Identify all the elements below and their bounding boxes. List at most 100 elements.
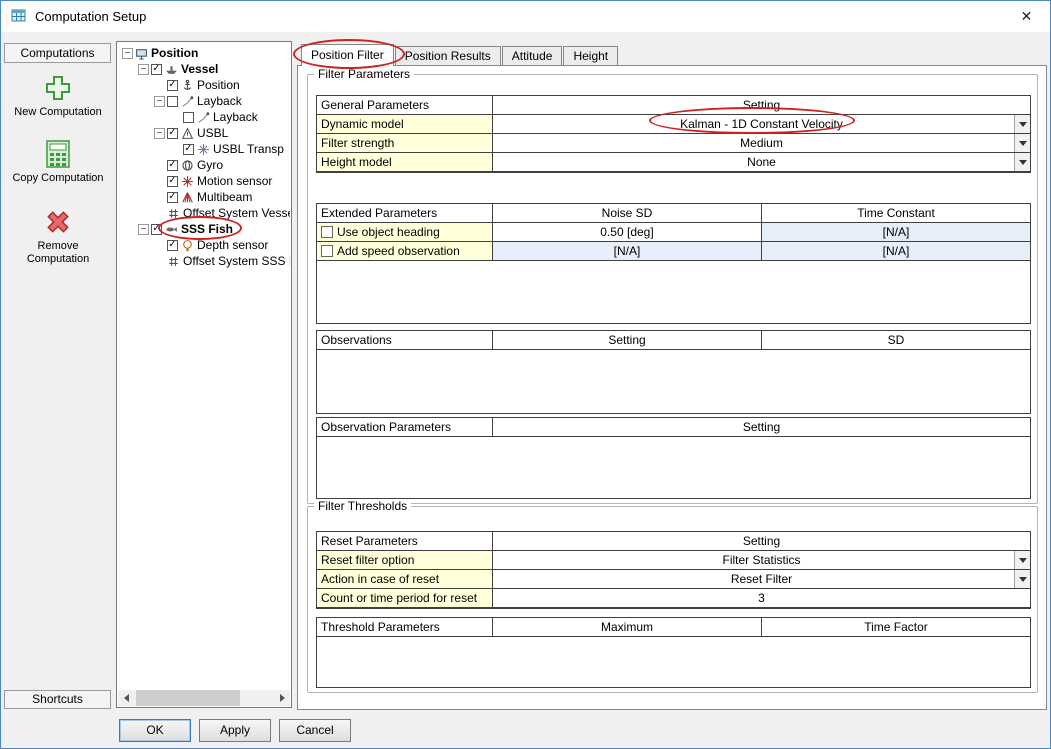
row-checkbox[interactable] [321, 226, 333, 238]
tree-item-layback[interactable]: −Layback [118, 93, 290, 109]
tree-item-position[interactable]: ✓ Position [118, 77, 290, 93]
tree-item-offset-system-vessel[interactable]: Offset System Vesse [118, 205, 290, 221]
table-header-row: Threshold ParametersMaximumTime Factor [317, 618, 1030, 637]
motion-icon [181, 175, 195, 188]
tree-item-vessel[interactable]: −✓Vessel [118, 61, 290, 77]
computer-icon [135, 47, 149, 60]
column-header: Extended Parameters [317, 204, 493, 222]
tab-position-results[interactable]: Position Results [395, 46, 501, 65]
table-header-row: Reset ParametersSetting [317, 532, 1030, 551]
tab-height[interactable]: Height [563, 46, 618, 65]
tree-checkbox[interactable]: ✓ [167, 192, 178, 203]
parameter-value-cell[interactable]: Reset Filter [493, 570, 1030, 588]
parameter-name: Add speed observation [337, 244, 460, 258]
tab-attitude[interactable]: Attitude [502, 46, 563, 65]
tree-item-layback-child[interactable]: Layback [118, 109, 290, 125]
parameter-value-cell[interactable]: Kalman - 1D Constant Velocity [493, 115, 1030, 133]
tree-checkbox[interactable]: ✓ [167, 128, 178, 139]
multibeam-icon [181, 191, 195, 204]
dropdown-arrow-icon[interactable] [1014, 134, 1030, 152]
tree-item-label: Multibeam [197, 190, 252, 204]
tree-checkbox[interactable]: ✓ [167, 176, 178, 187]
apply-button[interactable]: Apply [199, 719, 271, 742]
extended-parameters-table: Extended ParametersNoise SDTime Constant… [316, 203, 1031, 324]
parameter-value-cell[interactable]: 3 [493, 589, 1030, 607]
dropdown-arrow-icon[interactable] [1014, 153, 1030, 171]
filter-parameters-label: Filter Parameters [314, 67, 414, 81]
tree-item-usbl-transponder[interactable]: ✓ USBL Transp [118, 141, 290, 157]
dropdown-arrow-icon[interactable] [1014, 115, 1030, 133]
tree-checkbox[interactable]: ✓ [167, 80, 178, 91]
cancel-button[interactable]: Cancel [279, 719, 351, 742]
expander-icon[interactable]: − [122, 48, 133, 59]
parameter-value-cell[interactable]: 0.50 [deg] [493, 223, 762, 241]
parameter-value: [N/A] [614, 244, 641, 258]
tree-item-depth-sensor[interactable]: ✓ Depth sensor [118, 237, 290, 253]
usbl-icon [181, 127, 195, 140]
tree-item-motion-sensor[interactable]: ✓Motion sensor [118, 173, 290, 189]
column-header: Maximum [493, 618, 762, 636]
expander-icon[interactable]: − [154, 96, 165, 107]
tree-item-label: Depth sensor [197, 238, 268, 252]
transponder-icon [197, 143, 211, 156]
window-title: Computation Setup [35, 9, 146, 24]
computation-setup-dialog: Computation Setup ✕ Computations New Com… [0, 0, 1051, 749]
row-checkbox[interactable] [321, 245, 333, 257]
parameter-name-cell: Add speed observation [317, 242, 493, 260]
close-icon[interactable]: ✕ [1004, 1, 1049, 31]
scrollbar-thumb[interactable] [136, 690, 240, 706]
tree-item-label: USBL Transp [213, 142, 284, 156]
tree-checkbox[interactable]: ✓ [167, 160, 178, 171]
ok-button[interactable]: OK [119, 719, 191, 742]
parameter-value-cell[interactable]: Medium [493, 134, 1030, 152]
column-header: Setting [493, 96, 1030, 114]
tree-checkbox[interactable] [167, 96, 178, 107]
expander-icon[interactable]: − [138, 224, 149, 235]
tree-item-label: Position [197, 78, 240, 92]
copy-computation-button[interactable]: Copy Computation [12, 139, 104, 185]
tree-checkbox[interactable]: ✓ [151, 224, 162, 235]
column-header: Reset Parameters [317, 532, 493, 550]
computations-sidebar: Computations New Computation Copy Comput… [3, 41, 113, 709]
tree-item-sss-fish[interactable]: −✓SSS Fish [118, 221, 290, 237]
parameter-name-cell: Filter strength [317, 134, 493, 152]
scroll-left-icon[interactable] [118, 690, 134, 706]
tree-item-label: Offset System Vesse [183, 206, 290, 220]
parameter-value: [N/A] [883, 225, 910, 239]
expander-icon[interactable]: − [154, 128, 165, 139]
tree-item-multibeam[interactable]: ✓ Multibeam [118, 189, 290, 205]
table-header-row: Observation ParametersSetting [317, 418, 1030, 437]
parameter-value-cell[interactable]: None [493, 153, 1030, 171]
new-computation-button[interactable]: New Computation [12, 73, 104, 119]
tree-checkbox[interactable] [183, 112, 194, 123]
shortcuts-button[interactable]: Shortcuts [4, 690, 111, 709]
table-header-row: ObservationsSettingSD [317, 331, 1030, 350]
parameter-value: None [747, 155, 776, 169]
column-header: Setting [493, 331, 762, 349]
filter-thresholds-label: Filter Thresholds [314, 499, 411, 513]
tree-item-gyro[interactable]: ✓Gyro [118, 157, 290, 173]
reset-parameters-table: Reset ParametersSettingReset filter opti… [316, 531, 1031, 609]
expander-icon[interactable]: − [138, 64, 149, 75]
dropdown-arrow-icon[interactable] [1014, 551, 1030, 569]
column-header: Time Factor [762, 618, 1030, 636]
tree-item-position-root[interactable]: −Position [118, 45, 290, 61]
tab-position-filter[interactable]: Position Filter [301, 44, 394, 66]
threshold-parameters-table: Threshold ParametersMaximumTime Factor [316, 617, 1031, 688]
tree-checkbox[interactable]: ✓ [183, 144, 194, 155]
anchor-icon [181, 79, 195, 92]
remove-computation-button[interactable]: Remove Computation [12, 207, 104, 266]
remove-computation-icon [43, 207, 73, 237]
tree-item-offset-system-sss-fish[interactable]: Offset System SSS F [118, 253, 290, 269]
parameter-name-cell: Height model [317, 153, 493, 171]
scroll-right-icon[interactable] [274, 690, 290, 706]
computations-header-button[interactable]: Computations [4, 43, 111, 63]
parameter-name-cell: Count or time period for reset [317, 589, 493, 607]
app-icon [11, 8, 27, 24]
tree-horizontal-scrollbar[interactable] [118, 690, 290, 706]
tree-item-usbl[interactable]: −✓USBL [118, 125, 290, 141]
tree-checkbox[interactable]: ✓ [151, 64, 162, 75]
parameter-value-cell[interactable]: Filter Statistics [493, 551, 1030, 569]
dropdown-arrow-icon[interactable] [1014, 570, 1030, 588]
tree-checkbox[interactable]: ✓ [167, 240, 178, 251]
